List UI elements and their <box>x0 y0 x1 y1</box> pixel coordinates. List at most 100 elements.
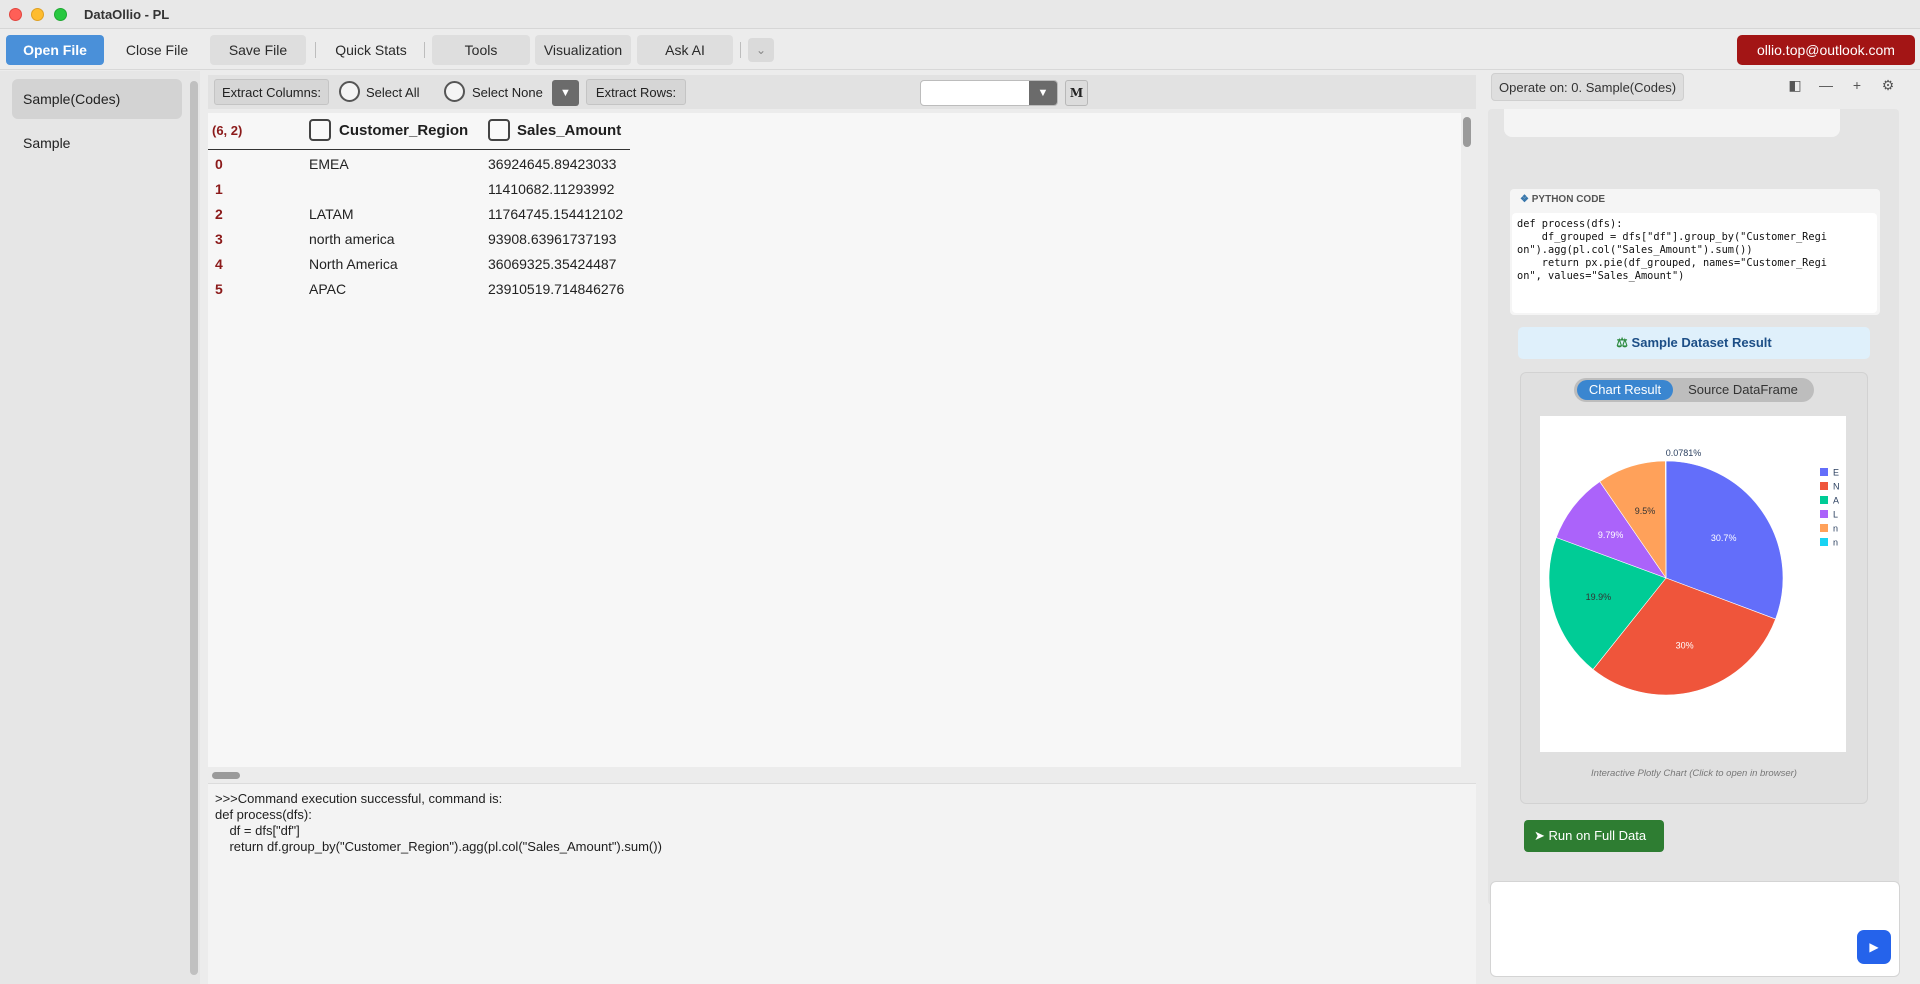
cell-region: EMEA <box>309 156 349 172</box>
pie-chart-svg[interactable]: 30.7% 30% 19.9% 9.79% 9.5% 0.0781% ENALnn <box>1540 416 1846 752</box>
sidebar-scrollbar[interactable] <box>190 81 198 975</box>
legend-swatch[interactable] <box>1820 510 1828 518</box>
legend-label[interactable]: n <box>1833 538 1838 548</box>
ai-panel: Operate on: 0. Sample(Codes) ◧ — + ⚙ ❖ P… <box>1486 71 1920 984</box>
quick-stats-button[interactable]: Quick Stats <box>325 35 417 65</box>
table-shape: (6, 2) <box>212 123 243 138</box>
minimize-icon[interactable]: — <box>1817 77 1835 93</box>
python-code: def process(dfs): df_grouped = dfs["df"]… <box>1512 213 1877 313</box>
chevron-down-icon[interactable]: ▼ <box>1029 81 1057 105</box>
test-tube-icon: ⚖ <box>1616 335 1628 350</box>
operate-on-label: Operate on: 0. Sample(Codes) <box>1491 73 1685 101</box>
legend-swatch[interactable] <box>1820 468 1828 476</box>
table-horizontal-scrollbar[interactable] <box>212 772 240 779</box>
cell-region: north america <box>309 231 395 247</box>
ask-ai-button[interactable]: Ask AI <box>637 35 733 65</box>
send-button[interactable]: ▶ <box>1857 930 1891 964</box>
extract-rows-button[interactable]: Extract Rows: <box>586 79 686 105</box>
column-checkbox-sales-amount[interactable] <box>488 119 510 141</box>
run-full-data-button[interactable]: ➤ Run on Full Data <box>1524 820 1664 852</box>
legend-swatch[interactable] <box>1820 524 1828 532</box>
columns-dropdown[interactable]: ▼ <box>552 80 579 106</box>
select-all-radio[interactable] <box>339 81 360 102</box>
tools-button[interactable]: Tools <box>432 35 530 65</box>
sidebar-toggle-icon[interactable]: ◧ <box>1786 77 1804 94</box>
table-row[interactable]: 5 APAC 23910519.714846276 <box>208 277 638 302</box>
python-code-card: ❖ PYTHON CODE def process(dfs): df_group… <box>1510 189 1880 315</box>
tab-source-dataframe[interactable]: Source DataFrame <box>1676 380 1810 400</box>
select-all-label[interactable]: Select All <box>366 85 419 100</box>
legend-label[interactable]: L <box>1833 510 1838 520</box>
menu-separator <box>740 42 741 58</box>
legend-swatch[interactable] <box>1820 482 1828 490</box>
cell-amount: 23910519.714846276 <box>488 281 625 297</box>
minimize-window-button[interactable] <box>31 8 44 21</box>
chat-input[interactable]: ▶ <box>1490 881 1900 977</box>
close-window-button[interactable] <box>9 8 22 21</box>
row-index: 1 <box>215 181 223 197</box>
table-vertical-scrollbar[interactable] <box>1463 117 1471 147</box>
extract-toolbar: Extract Columns: Select All Select None … <box>208 75 1476 109</box>
legend-swatch[interactable] <box>1820 538 1828 546</box>
row-index: 5 <box>215 281 223 297</box>
cell-amount: 11410682.11293992 <box>488 181 615 197</box>
table-row[interactable]: 4 North America 36069325.35424487 <box>208 252 638 277</box>
cell-amount: 93908.63961737193 <box>488 231 617 247</box>
play-icon: ▶ <box>1869 940 1879 954</box>
extract-rows-combo[interactable]: ▼ <box>920 80 1058 106</box>
title-bar: DataOllio - PL <box>0 0 1920 29</box>
select-none-radio[interactable] <box>444 81 465 102</box>
more-menu-dropdown[interactable]: ⌄ <box>748 38 774 62</box>
close-file-button[interactable]: Close File <box>110 35 204 65</box>
gear-icon[interactable]: ⚙ <box>1879 77 1897 94</box>
row-index: 2 <box>215 206 223 222</box>
legend-label[interactable]: N <box>1833 482 1840 492</box>
menu-separator <box>315 42 316 58</box>
column-checkbox-customer-region[interactable] <box>309 119 331 141</box>
legend-label[interactable]: n <box>1833 524 1838 534</box>
select-none-label[interactable]: Select None <box>472 85 543 100</box>
table-row[interactable]: 0 EMEA 36924645.89423033 <box>208 152 638 177</box>
cell-region: North America <box>309 256 398 272</box>
chat-history: ❖ PYTHON CODE def process(dfs): df_group… <box>1488 109 1899 905</box>
extract-columns-button[interactable]: Extract Columns: <box>214 79 329 105</box>
pie-slice-label: 9.79% <box>1598 530 1624 540</box>
row-index: 3 <box>215 231 223 247</box>
sidebar-item-sample[interactable]: Sample <box>12 123 182 163</box>
zoom-window-button[interactable] <box>54 8 67 21</box>
plus-icon[interactable]: + <box>1848 77 1866 93</box>
sample-result-header: ⚖ Sample Dataset Result <box>1518 327 1870 359</box>
pie-slice-label: 9.5% <box>1635 506 1656 516</box>
pie-chart[interactable]: 30.7% 30% 19.9% 9.79% 9.5% 0.0781% E N A Ln n <box>1540 416 1846 752</box>
column-header-customer-region[interactable]: Customer_Region <box>339 122 468 139</box>
save-file-button[interactable]: Save File <box>210 35 306 65</box>
table-row[interactable]: 3 north america 93908.63961737193 <box>208 227 638 252</box>
column-header-sales-amount[interactable]: Sales_Amount <box>517 122 621 139</box>
legend-swatch[interactable] <box>1820 496 1828 504</box>
tab-chart-result[interactable]: Chart Result <box>1577 380 1673 400</box>
sidebar-item-sample-codes[interactable]: Sample(Codes) <box>12 79 182 119</box>
table-row[interactable]: 1 11410682.11293992 <box>208 177 638 202</box>
legend-label[interactable]: A <box>1833 496 1839 506</box>
table-row[interactable]: 2 LATAM 11764745.154412102 <box>208 202 638 227</box>
chevron-down-icon: ▼ <box>560 87 571 99</box>
m-button[interactable]: M <box>1065 80 1088 106</box>
visualization-button[interactable]: Visualization <box>535 35 631 65</box>
chart-card: Chart Result Source DataFrame 30.7% 30% 19… <box>1520 372 1868 804</box>
account-button[interactable]: ollio.top@outlook.com <box>1737 35 1915 65</box>
code-header: ❖ PYTHON CODE <box>1520 194 1606 205</box>
open-file-button[interactable]: Open File <box>6 35 104 65</box>
row-index: 0 <box>215 156 223 172</box>
header-divider <box>208 149 630 150</box>
legend-label[interactable]: E <box>1833 468 1839 478</box>
cell-region: LATAM <box>309 206 354 222</box>
cell-amount: 36924645.89423033 <box>488 156 617 172</box>
chart-caption: Interactive Plotly Chart (Click to open … <box>1591 768 1797 779</box>
pie-slice-label: 30% <box>1676 641 1694 651</box>
menu-bar: Open File Close File Save File Quick Sta… <box>0 30 1920 70</box>
row-index: 4 <box>215 256 223 272</box>
window-title: DataOllio - PL <box>84 7 170 22</box>
cell-region: APAC <box>309 281 347 297</box>
menu-separator <box>424 42 425 58</box>
chevron-down-icon: ⌄ <box>755 43 767 57</box>
